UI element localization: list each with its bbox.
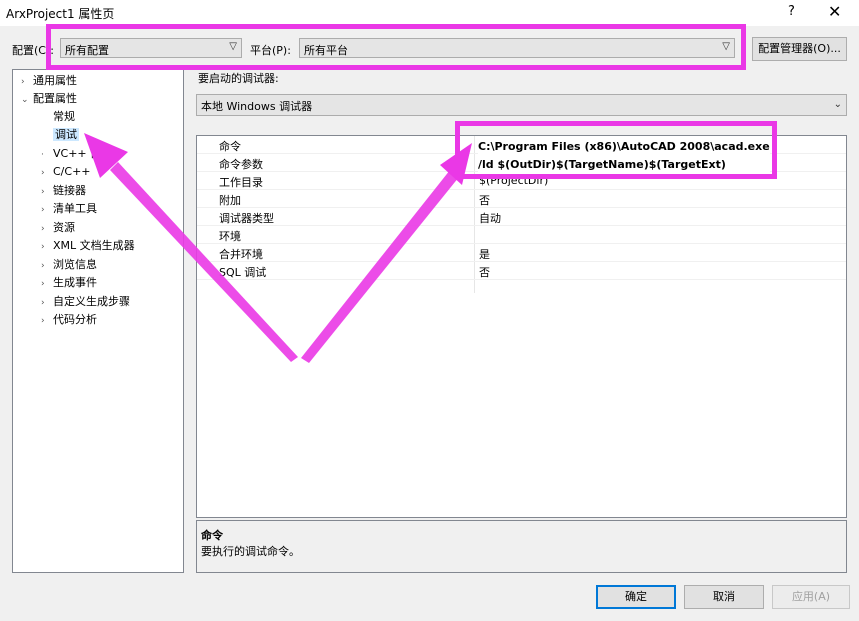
arrow-to-command-icon bbox=[301, 170, 459, 363]
annotation-arrows bbox=[84, 133, 472, 363]
arrow-to-debugging-icon bbox=[110, 162, 298, 362]
